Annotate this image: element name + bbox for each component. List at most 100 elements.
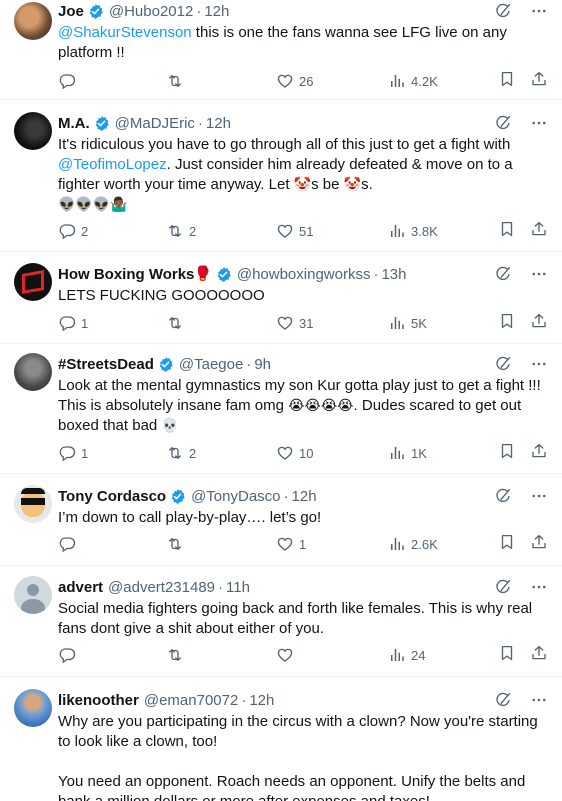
avatar[interactable] bbox=[14, 263, 52, 301]
tweet-header: advert @advert231489 · 11h bbox=[58, 576, 548, 598]
author-handle[interactable]: @TonyDasco bbox=[191, 488, 280, 505]
author-handle[interactable]: @eman70072 bbox=[144, 692, 238, 709]
timestamp[interactable]: 13h bbox=[381, 266, 406, 283]
repost-button[interactable] bbox=[166, 646, 189, 664]
avatar[interactable] bbox=[14, 2, 52, 40]
avatar[interactable] bbox=[14, 576, 52, 614]
author-handle[interactable]: @howboxingworkss bbox=[237, 266, 371, 283]
grok-icon[interactable] bbox=[494, 114, 512, 132]
timestamp[interactable]: 12h bbox=[204, 3, 229, 20]
views-button[interactable]: 24 bbox=[388, 646, 425, 664]
tweet-advert[interactable]: advert @advert231489 · 11h Social media … bbox=[0, 566, 562, 677]
author-name[interactable]: Tony Cordasco bbox=[58, 488, 166, 505]
separator: · bbox=[241, 691, 247, 709]
grok-icon[interactable] bbox=[494, 691, 512, 709]
grok-icon[interactable] bbox=[494, 578, 512, 596]
like-count: 1 bbox=[299, 536, 307, 552]
tweet-tony-cordasco[interactable]: Tony Cordasco @TonyDasco · 12h I’m down … bbox=[0, 474, 562, 566]
timestamp[interactable]: 11h bbox=[226, 579, 250, 596]
author-name[interactable]: likenoother bbox=[58, 692, 139, 709]
reply-button[interactable] bbox=[58, 646, 81, 664]
avatar[interactable] bbox=[14, 485, 52, 523]
author-name[interactable]: M.A. bbox=[58, 115, 90, 132]
share-button[interactable] bbox=[530, 644, 548, 667]
more-icon[interactable] bbox=[530, 2, 548, 20]
timestamp[interactable]: 12h bbox=[249, 692, 274, 709]
views-button[interactable]: 1K bbox=[388, 444, 427, 462]
author-name[interactable]: #StreetsDead bbox=[58, 356, 154, 373]
mention-link[interactable]: @ShakurStevenson bbox=[58, 24, 192, 41]
like-button[interactable]: 26 bbox=[276, 72, 313, 90]
views-button[interactable]: 2.6K bbox=[388, 535, 438, 553]
like-button[interactable]: 1 bbox=[276, 535, 306, 553]
author-handle[interactable]: @MaDJEric bbox=[115, 115, 195, 132]
timestamp[interactable]: 12h bbox=[206, 115, 231, 132]
more-icon[interactable] bbox=[530, 114, 548, 132]
bookmark-button[interactable] bbox=[498, 644, 516, 667]
avatar[interactable] bbox=[14, 689, 52, 727]
reply-button[interactable]: 1 bbox=[58, 314, 88, 332]
tweet-how-boxing-works[interactable]: How Boxing Works 🥊 @howboxingworkss · 13… bbox=[0, 252, 562, 344]
grok-icon[interactable] bbox=[494, 487, 512, 505]
mention-link[interactable]: @TeofimoLopez bbox=[58, 156, 167, 173]
like-button[interactable]: 31 bbox=[276, 314, 313, 332]
timestamp[interactable]: 12h bbox=[292, 488, 317, 505]
share-button[interactable] bbox=[530, 533, 548, 556]
bookmark-button[interactable] bbox=[498, 312, 516, 335]
author-name[interactable]: How Boxing Works bbox=[58, 266, 194, 283]
grok-icon[interactable] bbox=[494, 355, 512, 373]
reply-button[interactable] bbox=[58, 72, 81, 90]
header-actions bbox=[494, 691, 548, 709]
repost-icon bbox=[166, 314, 184, 332]
tweet-ma[interactable]: M.A. @MaDJEric · 12h It's ridiculous you… bbox=[0, 100, 562, 252]
verified-icon bbox=[87, 3, 104, 20]
reply-button[interactable]: 1 bbox=[58, 444, 88, 462]
author-handle[interactable]: @advert231489 bbox=[108, 579, 215, 596]
bookmark-button[interactable] bbox=[498, 220, 516, 243]
bookmark-button[interactable] bbox=[498, 442, 516, 465]
avatar[interactable] bbox=[14, 353, 52, 391]
grok-icon[interactable] bbox=[494, 2, 512, 20]
share-button[interactable] bbox=[530, 220, 548, 243]
reply-button[interactable]: 2 bbox=[58, 222, 88, 240]
tweet-likenoother[interactable]: likenoother @eman70072 · 12h Why are you… bbox=[0, 677, 562, 801]
share-button[interactable] bbox=[530, 312, 548, 335]
share-button[interactable] bbox=[530, 70, 548, 93]
more-icon[interactable] bbox=[530, 578, 548, 596]
tweet-streetsdead[interactable]: #StreetsDead @Taegoe · 9h Look at the me… bbox=[0, 344, 562, 474]
bookmark-icon bbox=[498, 220, 516, 238]
separator: · bbox=[283, 487, 289, 505]
bookmark-button[interactable] bbox=[498, 70, 516, 93]
bookmark-button[interactable] bbox=[498, 533, 516, 556]
grok-icon[interactable] bbox=[494, 265, 512, 283]
like-button[interactable]: 10 bbox=[276, 444, 313, 462]
more-icon[interactable] bbox=[530, 265, 548, 283]
repost-button[interactable] bbox=[166, 535, 189, 553]
author-name[interactable]: Joe bbox=[58, 3, 84, 20]
timestamp[interactable]: 9h bbox=[254, 356, 271, 373]
tweet-joe[interactable]: Joe @Hubo2012 · 12h @ShakurStevenson thi… bbox=[0, 0, 562, 100]
bookmark-icon bbox=[498, 312, 516, 330]
like-button[interactable]: 51 bbox=[276, 222, 313, 240]
share-icon bbox=[530, 533, 548, 551]
more-icon[interactable] bbox=[530, 691, 548, 709]
reply-icon bbox=[58, 222, 76, 240]
like-button[interactable] bbox=[276, 646, 299, 664]
separator: · bbox=[246, 355, 252, 373]
share-button[interactable] bbox=[530, 442, 548, 465]
repost-button[interactable] bbox=[166, 314, 189, 332]
repost-button[interactable]: 2 bbox=[166, 444, 196, 462]
reply-button[interactable] bbox=[58, 535, 81, 553]
author-handle[interactable]: @Hubo2012 bbox=[109, 3, 193, 20]
more-icon[interactable] bbox=[530, 487, 548, 505]
action-bar: 1 31 5K bbox=[58, 312, 548, 334]
views-button[interactable]: 5K bbox=[388, 314, 427, 332]
author-handle[interactable]: @Taegoe bbox=[179, 356, 243, 373]
repost-button[interactable]: 2 bbox=[166, 222, 196, 240]
author-name[interactable]: advert bbox=[58, 579, 103, 596]
views-button[interactable]: 4.2K bbox=[388, 72, 438, 90]
repost-button[interactable] bbox=[166, 72, 189, 90]
more-icon[interactable] bbox=[530, 355, 548, 373]
views-button[interactable]: 3.8K bbox=[388, 222, 438, 240]
avatar[interactable] bbox=[14, 112, 52, 150]
